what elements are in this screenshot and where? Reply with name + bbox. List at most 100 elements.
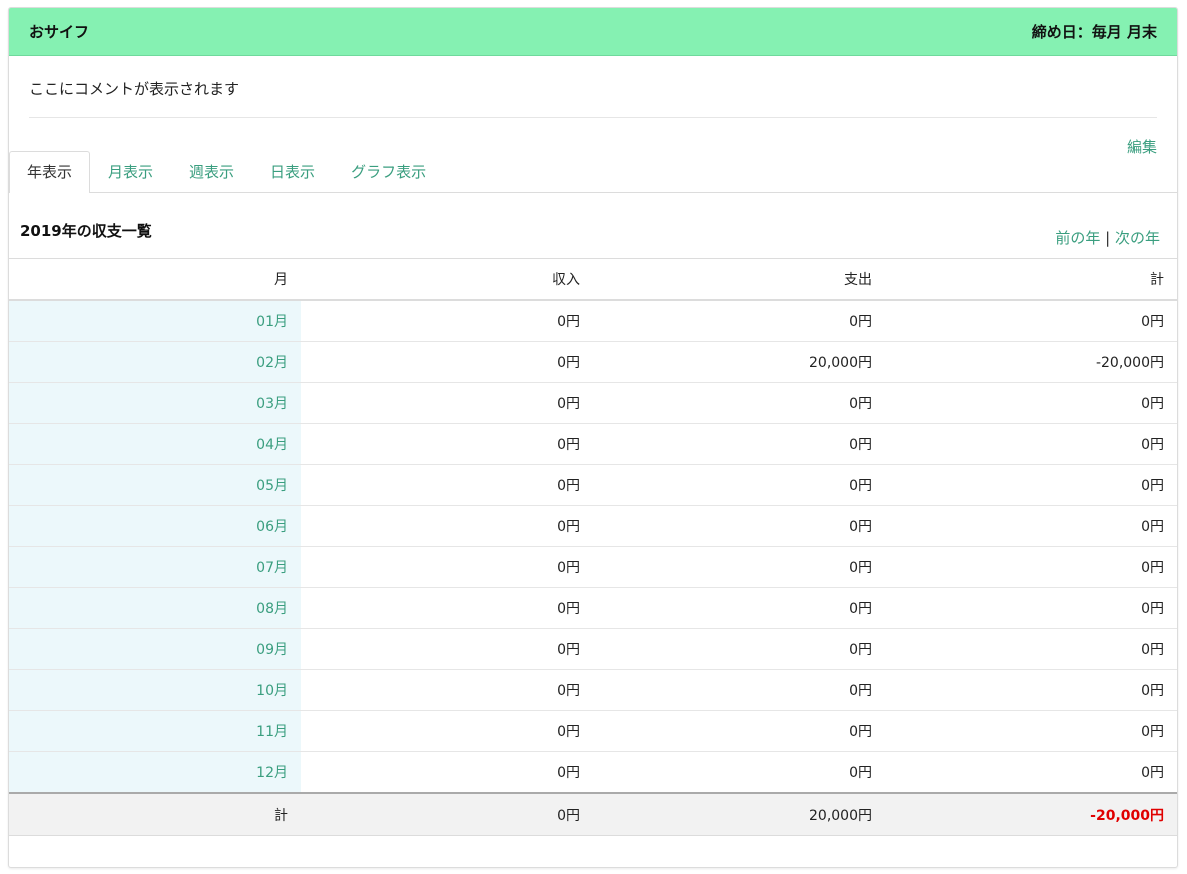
month-link[interactable]: 01月 bbox=[256, 314, 288, 330]
total-cell: 0円 bbox=[885, 423, 1177, 465]
table-row: 02月 0円 20,000円 -20,000円 bbox=[9, 341, 1177, 383]
expense-cell: 0円 bbox=[593, 628, 885, 670]
total-cell: 0円 bbox=[885, 628, 1177, 670]
month-link[interactable]: 03月 bbox=[256, 396, 288, 412]
table-row: 12月 0円 0円 0円 bbox=[9, 751, 1177, 794]
month-link[interactable]: 12月 bbox=[256, 765, 288, 781]
table-row: 03月 0円 0円 0円 bbox=[9, 382, 1177, 424]
month-cell: 10月 bbox=[9, 669, 301, 711]
month-cell: 07月 bbox=[9, 546, 301, 588]
closing-day-label: 締め日：毎月 月末 bbox=[1031, 23, 1157, 41]
year-navigation: 前の年 | 次の年 bbox=[1055, 227, 1160, 248]
column-header-total: 計 bbox=[885, 258, 1177, 301]
total-cell: 0円 bbox=[885, 300, 1177, 342]
total-cell: 0円 bbox=[885, 382, 1177, 424]
prev-year-link[interactable]: 前の年 bbox=[1055, 229, 1100, 247]
table-row: 09月 0円 0円 0円 bbox=[9, 628, 1177, 670]
table-row: 04月 0円 0円 0円 bbox=[9, 423, 1177, 465]
month-link[interactable]: 09月 bbox=[256, 642, 288, 658]
income-cell: 0円 bbox=[301, 546, 593, 588]
income-cell: 0円 bbox=[301, 382, 593, 424]
tab-0[interactable]: 年表示 bbox=[9, 151, 91, 193]
expense-cell: 0円 bbox=[593, 751, 885, 794]
comment-section: ここにコメントが表示されます bbox=[9, 56, 1177, 118]
panel-header: おサイフ 締め日：毎月 月末 bbox=[9, 8, 1177, 56]
income-cell: 0円 bbox=[301, 587, 593, 629]
month-link[interactable]: 02月 bbox=[256, 355, 288, 371]
month-cell: 06月 bbox=[9, 505, 301, 547]
next-year-link[interactable]: 次の年 bbox=[1115, 229, 1160, 247]
table-row: 07月 0円 0円 0円 bbox=[9, 546, 1177, 588]
total-income: 0円 bbox=[301, 792, 593, 836]
total-cell: 0円 bbox=[885, 710, 1177, 752]
income-cell: 0円 bbox=[301, 669, 593, 711]
month-link[interactable]: 05月 bbox=[256, 478, 288, 494]
table-header-row: 月 収入 支出 計 bbox=[9, 258, 1177, 301]
expense-cell: 0円 bbox=[593, 382, 885, 424]
wallet-panel: おサイフ 締め日：毎月 月末 ここにコメントが表示されます 編集 年表示 月表示週… bbox=[8, 7, 1178, 868]
expense-cell: 0円 bbox=[593, 505, 885, 547]
column-header-month: 月 bbox=[9, 258, 301, 301]
total-label: 計 bbox=[9, 792, 301, 836]
tab-3[interactable]: 日表示 bbox=[252, 151, 333, 192]
table-row: 11月 0円 0円 0円 bbox=[9, 710, 1177, 752]
expense-cell: 0円 bbox=[593, 546, 885, 588]
total-cell: 0円 bbox=[885, 464, 1177, 506]
month-link[interactable]: 08月 bbox=[256, 601, 288, 617]
total-cell: -20,000円 bbox=[885, 341, 1177, 383]
grand-total: -20,000円 bbox=[885, 792, 1177, 836]
expense-cell: 20,000円 bbox=[593, 341, 885, 383]
income-cell: 0円 bbox=[301, 464, 593, 506]
yearly-summary-table: 月 収入 支出 計 01月 0円 0円 0円 02月 0円 20,000円 -20,000円 0… bbox=[9, 258, 1177, 836]
total-cell: 0円 bbox=[885, 669, 1177, 711]
wallet-title: おサイフ bbox=[29, 23, 90, 41]
income-cell: 0円 bbox=[301, 751, 593, 794]
income-cell: 0円 bbox=[301, 300, 593, 342]
total-cell: 0円 bbox=[885, 587, 1177, 629]
month-cell: 02月 bbox=[9, 341, 301, 383]
expense-cell: 0円 bbox=[593, 300, 885, 342]
list-title: 2019年の収支一覧 bbox=[20, 222, 152, 240]
total-cell: 0円 bbox=[885, 546, 1177, 588]
tab-2[interactable]: 週表示 bbox=[171, 151, 252, 192]
edit-link[interactable]: 編集 bbox=[1127, 138, 1157, 156]
month-cell: 04月 bbox=[9, 423, 301, 465]
month-cell: 03月 bbox=[9, 382, 301, 424]
view-tabs: 年表示 月表示 週表示 日表示 グラフ表示 bbox=[9, 151, 1177, 193]
month-link[interactable]: 11月 bbox=[256, 724, 288, 740]
table-row: 10月 0円 0円 0円 bbox=[9, 669, 1177, 711]
expense-cell: 0円 bbox=[593, 587, 885, 629]
month-link[interactable]: 10月 bbox=[256, 683, 288, 699]
expense-cell: 0円 bbox=[593, 423, 885, 465]
column-header-expense: 支出 bbox=[593, 258, 885, 301]
column-header-income: 収入 bbox=[301, 258, 593, 301]
comment-text: ここにコメントが表示されます bbox=[29, 78, 1157, 118]
tab-4[interactable]: グラフ表示 bbox=[333, 151, 444, 192]
month-cell: 01月 bbox=[9, 300, 301, 342]
month-link[interactable]: 07月 bbox=[256, 560, 288, 576]
table-total-row: 計 0円 20,000円 -20,000円 bbox=[9, 792, 1177, 836]
total-cell: 0円 bbox=[885, 505, 1177, 547]
table-row: 08月 0円 0円 0円 bbox=[9, 587, 1177, 629]
expense-cell: 0円 bbox=[593, 464, 885, 506]
month-link[interactable]: 04月 bbox=[256, 437, 288, 453]
total-cell: 0円 bbox=[885, 751, 1177, 794]
month-cell: 12月 bbox=[9, 751, 301, 794]
month-cell: 05月 bbox=[9, 464, 301, 506]
income-cell: 0円 bbox=[301, 423, 593, 465]
month-link[interactable]: 06月 bbox=[256, 519, 288, 535]
table-row: 01月 0円 0円 0円 bbox=[9, 300, 1177, 342]
tab-1[interactable]: 月表示 bbox=[90, 151, 171, 192]
total-expense: 20,000円 bbox=[593, 792, 885, 836]
income-cell: 0円 bbox=[301, 710, 593, 752]
income-cell: 0円 bbox=[301, 505, 593, 547]
table-row: 05月 0円 0円 0円 bbox=[9, 464, 1177, 506]
month-cell: 09月 bbox=[9, 628, 301, 670]
month-cell: 08月 bbox=[9, 587, 301, 629]
income-cell: 0円 bbox=[301, 628, 593, 670]
expense-cell: 0円 bbox=[593, 669, 885, 711]
list-header: 2019年の収支一覧 前の年 | 次の年 bbox=[9, 193, 1177, 258]
expense-cell: 0円 bbox=[593, 710, 885, 752]
month-cell: 11月 bbox=[9, 710, 301, 752]
table-row: 06月 0円 0円 0円 bbox=[9, 505, 1177, 547]
